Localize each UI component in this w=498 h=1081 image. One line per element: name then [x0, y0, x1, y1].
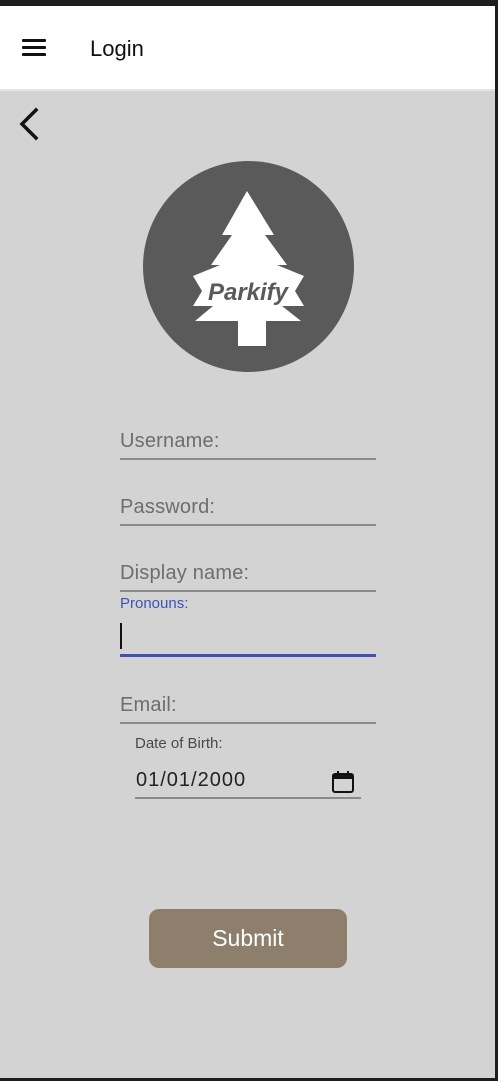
pronouns-underline — [120, 654, 376, 657]
calendar-icon[interactable] — [331, 770, 355, 794]
app-screen: Login Parkify Username: Password: Displa… — [0, 0, 498, 1081]
pronouns-field[interactable]: Pronouns: — [120, 595, 376, 657]
date-of-birth-value[interactable]: 01/01/2000 — [136, 769, 246, 792]
pronouns-label: Pronouns: — [120, 595, 189, 612]
display-name-field[interactable]: Display name: — [120, 554, 376, 594]
email-underline — [120, 722, 376, 724]
display-name-underline — [120, 590, 376, 592]
display-name-placeholder: Display name: — [120, 562, 250, 584]
logo-text: Parkify — [208, 279, 290, 306]
text-caret — [120, 623, 122, 649]
date-of-birth-field[interactable]: Date of Birth: 01/01/2000 — [135, 735, 361, 799]
username-underline — [120, 458, 376, 460]
date-of-birth-label: Date of Birth: — [135, 735, 223, 752]
submit-button[interactable]: Submit — [149, 909, 347, 968]
app-bar: Login — [0, 6, 495, 91]
password-field[interactable]: Password: — [120, 488, 376, 528]
email-placeholder: Email: — [120, 694, 177, 716]
parkify-logo: Parkify — [143, 161, 354, 372]
password-underline — [120, 524, 376, 526]
hamburger-menu-icon[interactable] — [22, 39, 46, 57]
password-placeholder: Password: — [120, 496, 216, 518]
date-of-birth-underline — [135, 797, 361, 799]
page-title: Login — [90, 36, 144, 61]
username-field[interactable]: Username: — [120, 422, 376, 462]
chevron-left-icon[interactable] — [14, 106, 46, 142]
username-placeholder: Username: — [120, 430, 220, 452]
email-field[interactable]: Email: — [120, 686, 376, 726]
